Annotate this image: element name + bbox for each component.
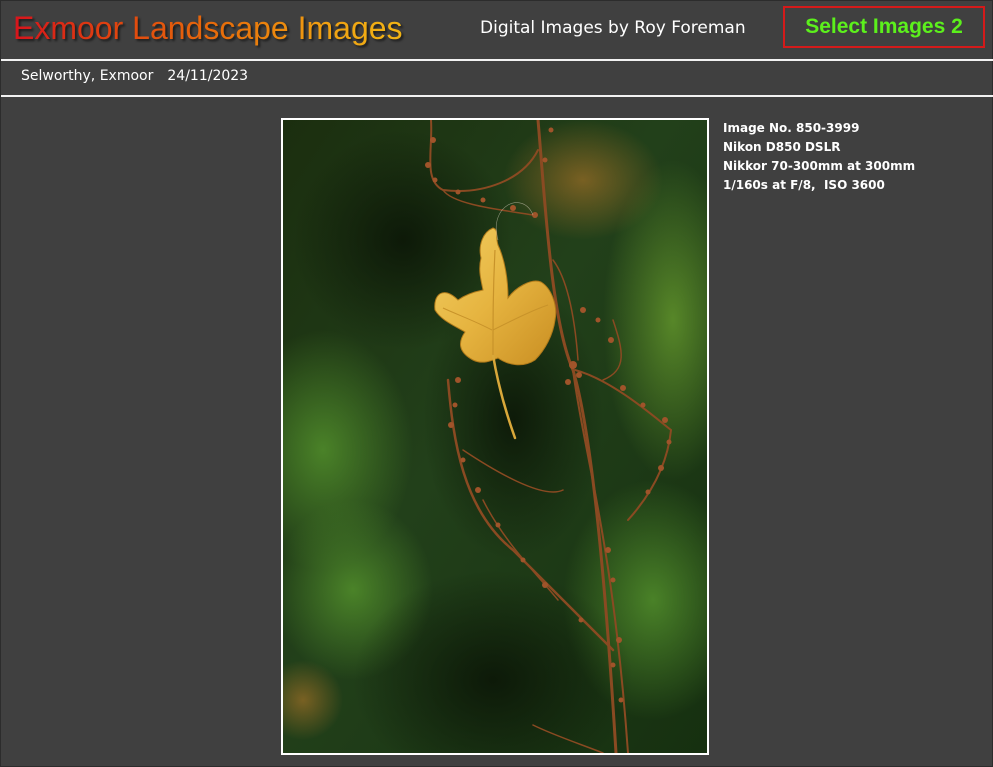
photographer-byline: Digital Images by Roy Foreman [480,18,746,38]
location-text: Selworthy, Exmoor [21,68,154,84]
lens-info: Nikkor 70-300mm at 300mm [723,159,916,173]
location-bar: Selworthy, Exmoor 24/11/2023 [21,65,248,87]
location-divider [1,95,993,97]
main-photo [281,118,709,755]
image-number: Image No. 850-3999 [723,121,860,135]
site-header: Exmoor Landscape Images Digital Images b… [1,1,993,59]
header-divider [1,59,993,61]
exposure-settings: 1/160s at F/8, ISO 3600 [723,178,885,192]
image-info-panel: Image No. 850-3999 Nikon D850 DSLR Nikko… [723,119,915,195]
photo-image [283,120,707,753]
site-title[interactable]: Exmoor Landscape Images [13,7,403,49]
select-images-button[interactable]: Select Images 2 [783,6,985,48]
date-text: 24/11/2023 [167,68,249,84]
page: Exmoor Landscape Images Digital Images b… [0,0,993,767]
camera-model: Nikon D850 DSLR [723,140,841,154]
